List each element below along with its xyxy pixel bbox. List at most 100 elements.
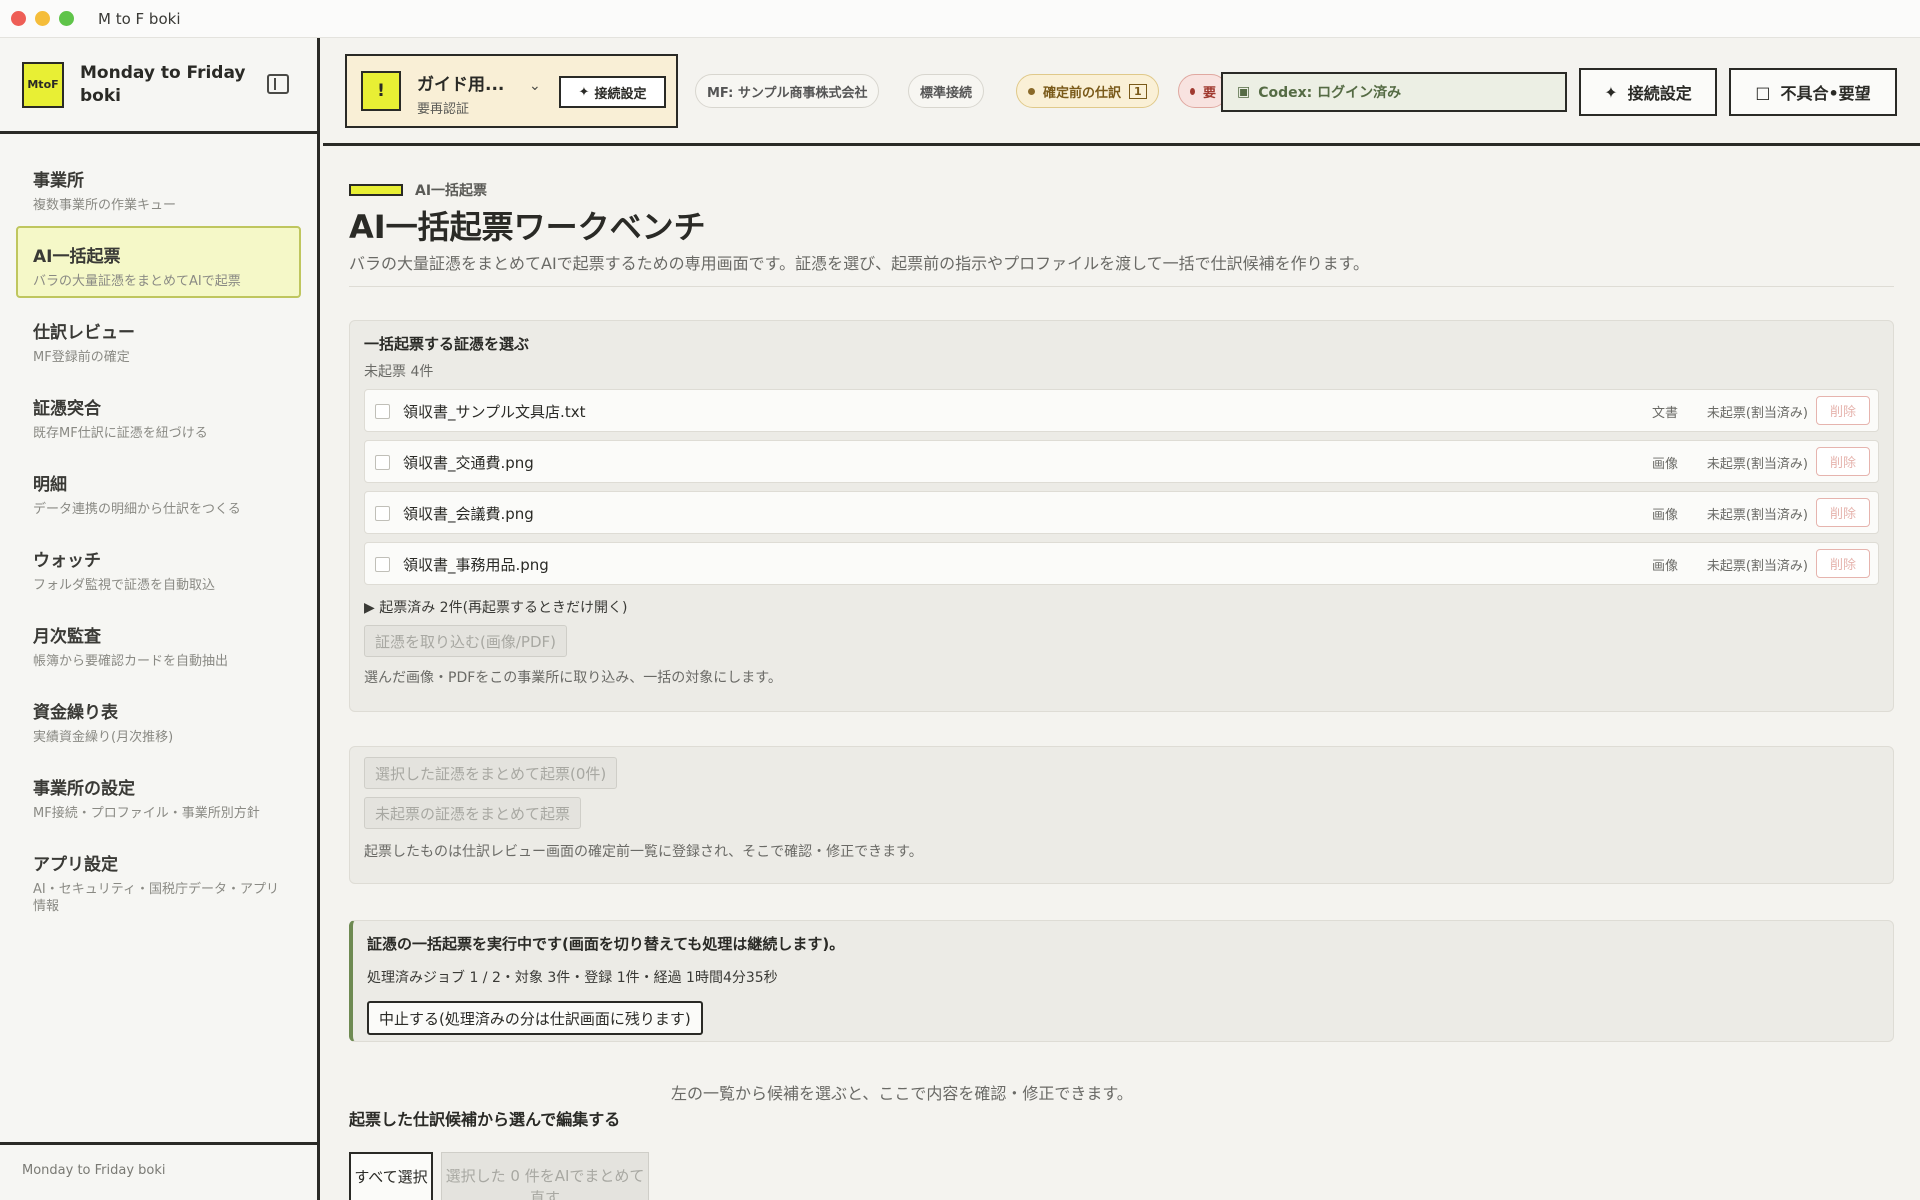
file-status: 未起票(割当済み) — [1706, 406, 1808, 421]
guide-connection-card[interactable]: ! ガイド用... 要再認証 ⌄ ✦ 接続設定 — [345, 54, 678, 128]
sidebar-item-label: 事業所 — [33, 171, 84, 191]
sidebar-item-journal-review[interactable]: 仕訳レビュー MF登録前の確定 — [16, 302, 301, 374]
plug-icon: ✦ — [578, 84, 590, 100]
window-controls — [11, 11, 74, 26]
shield-icon: ! — [361, 71, 401, 111]
page-title: AI一括起票ワークベンチ — [349, 208, 706, 246]
sidebar-item-cashflow[interactable]: 資金繰り表 実績資金繰り(月次推移) — [16, 682, 301, 754]
delete-button[interactable]: 削除 — [1816, 447, 1870, 476]
window-titlebar: M to F boki — [0, 0, 1920, 38]
pending-journal-count: 1 — [1129, 83, 1147, 99]
company-pill: MF: サンプル商事株式会社 — [695, 74, 880, 108]
delete-button[interactable]: 削除 — [1816, 549, 1870, 578]
sidebar-item-sub: フォルダ監視で証憑を自動取込 — [33, 578, 216, 593]
chip-icon: ▣ — [1237, 84, 1251, 100]
file-name: 領収書_サンプル文具店.txt — [403, 403, 586, 421]
feedback-button[interactable]: □ 不具合•要望 — [1729, 68, 1897, 116]
processed-toggle[interactable]: ▶ 起票済み 2件(再起票するときだけ開く) — [364, 597, 628, 617]
stop-button[interactable]: 中止する(処理済みの分は仕訳画面に残ります) — [367, 1001, 703, 1035]
sidebar-item-statements[interactable]: 明細 データ連携の明細から仕訳をつくる — [16, 454, 301, 526]
app-name: Monday to Friday boki — [80, 62, 246, 106]
delete-button[interactable]: 削除 — [1816, 396, 1870, 425]
sidebar-item-label: 月次監査 — [33, 627, 101, 647]
sidebar-item-sub: MF接続・プロファイル・事業所別方針 — [33, 806, 260, 821]
sidebar-item-sub: バラの大量証憑をまとめてAIで起票 — [33, 274, 241, 289]
sidebar-item-label: 資金繰り表 — [33, 703, 118, 723]
connection-settings-label: 接続設定 — [1627, 84, 1692, 103]
sidebar-item-ai-batch[interactable]: AI一括起票 バラの大量証憑をまとめてAIで起票 — [16, 226, 301, 298]
file-name: 領収書_事務用品.png — [403, 556, 549, 574]
standard-connection-pill: 標準接続 — [908, 74, 985, 108]
accent-bar — [349, 184, 403, 196]
batch-progress-panel: 証憑の一括起票を実行中です(画面を切り替えても処理は継続します)。 処理済みジョ… — [349, 920, 1894, 1042]
unprocessed-count: 未起票 4件 — [364, 364, 434, 380]
message-icon: □ — [1755, 82, 1771, 102]
voucher-select-heading: 一括起票する証憑を選ぶ — [364, 335, 530, 353]
batch-action-panel: 選択した証憑をまとめて起票(0件) 未起票の証憑をまとめて起票 起票したものは仕… — [349, 746, 1894, 884]
select-all-button[interactable]: すべて選択 — [349, 1152, 433, 1200]
list-item[interactable]: 領収書_事務用品.png 画像 未起票(割当済み) 削除 — [364, 542, 1879, 585]
sidebar-item-label: 仕訳レビュー — [33, 323, 135, 343]
sidebar-item-voucher-match[interactable]: 証憑突合 既存MF仕訳に証憑を紐づける — [16, 378, 301, 450]
file-type: 画像 — [1651, 508, 1678, 523]
sidebar-item-sub: 実績資金繰り(月次推移) — [33, 730, 174, 745]
list-item[interactable]: 領収書_会議費.png 画像 未起票(割当済み) 削除 — [364, 491, 1879, 534]
sidebar-item-label: 証憑突合 — [33, 399, 101, 419]
sidebar-item-sub: 帳簿から要確認カードを自動抽出 — [33, 654, 229, 669]
status-dot-icon — [1028, 87, 1035, 95]
file-name: 領収書_会議費.png — [403, 505, 534, 523]
guide-connect-button[interactable]: ✦ 接続設定 — [559, 76, 666, 108]
sidebar-item-label: アプリ設定 — [33, 855, 118, 875]
file-checkbox[interactable] — [375, 455, 390, 470]
delete-button[interactable]: 削除 — [1816, 498, 1870, 527]
file-type: 画像 — [1651, 559, 1678, 574]
sidebar-item-sub: データ連携の明細から仕訳をつくる — [33, 502, 241, 517]
sidebar: MtoF Monday to Friday boki 事業所 複数事業所の作業キ… — [0, 38, 320, 1200]
minimize-window-button[interactable] — [35, 11, 50, 26]
guide-status: 要再認証 — [417, 102, 470, 117]
chevron-down-icon[interactable]: ⌄ — [529, 78, 541, 94]
import-vouchers-button[interactable]: 証憑を取り込む(画像/PDF) — [364, 625, 567, 657]
sidebar-item-label: ウォッチ — [33, 551, 101, 571]
sidebar-item-sub: 複数事業所の作業キュー — [33, 198, 177, 213]
pending-journal-pill[interactable]: 確定前の仕訳 1 — [1016, 74, 1159, 108]
pending-journal-label: 確定前の仕訳 — [1043, 85, 1122, 101]
sidebar-footer: Monday to Friday boki — [0, 1142, 317, 1200]
progress-detail: 処理済みジョブ 1 / 2・対象 3件・登録 1件・経過 1時間4分35秒 — [367, 970, 778, 986]
batch-unprocessed-button[interactable]: 未起票の証憑をまとめて起票 — [364, 797, 582, 829]
edit-heading: 起票した仕訳候補から選んで編集する — [349, 1110, 621, 1129]
plug-icon: ✦ — [1604, 82, 1618, 102]
sidebar-item-offices[interactable]: 事業所 複数事業所の作業キュー — [16, 150, 301, 222]
connection-settings-button[interactable]: ✦ 接続設定 — [1579, 68, 1717, 116]
zoom-window-button[interactable] — [59, 11, 74, 26]
file-name: 領収書_交通費.png — [403, 454, 534, 472]
list-item[interactable]: 領収書_サンプル文具店.txt 文書 未起票(割当済み) 削除 — [364, 389, 1879, 432]
sidebar-item-app-settings[interactable]: アプリ設定 AI・セキュリティ・国税庁データ・アプリ情報 — [16, 834, 301, 914]
sidebar-item-label: 事業所の設定 — [33, 779, 135, 799]
main-content: AI一括起票 AI一括起票ワークベンチ バラの大量証憑をまとめてAIで起票するた… — [323, 146, 1920, 1200]
status-dot-icon — [1190, 87, 1195, 95]
batch-redo-button[interactable]: 選択した 0 件をAIでまとめて直す — [441, 1152, 649, 1200]
sidebar-item-office-settings[interactable]: 事業所の設定 MF接続・プロファイル・事業所別方針 — [16, 758, 301, 830]
file-checkbox[interactable] — [375, 506, 390, 521]
guide-connect-label: 接続設定 — [594, 86, 647, 102]
file-checkbox[interactable] — [375, 557, 390, 572]
file-checkbox[interactable] — [375, 404, 390, 419]
sidebar-item-sub: AI・セキュリティ・国税庁データ・アプリ情報 — [33, 882, 279, 914]
file-type: 画像 — [1651, 457, 1678, 472]
sidebar-item-label: 明細 — [33, 475, 67, 495]
sidebar-item-monthly-audit[interactable]: 月次監査 帳簿から要確認カードを自動抽出 — [16, 606, 301, 678]
divider — [349, 286, 1894, 287]
page-description: バラの大量証憑をまとめてAIで起票するための専用画面です。証憑を選び、起票前の指… — [349, 254, 1369, 273]
codex-status[interactable]: ▣ Codex: ログイン済み — [1221, 72, 1567, 112]
window-title: M to F boki — [98, 9, 181, 28]
list-item[interactable]: 領収書_交通費.png 画像 未起票(割当済み) 削除 — [364, 440, 1879, 483]
sidebar-collapse-icon[interactable] — [267, 74, 289, 94]
sidebar-item-watch[interactable]: ウォッチ フォルダ監視で証憑を自動取込 — [16, 530, 301, 602]
batch-hint: 起票したものは仕訳レビュー画面の確定前一覧に登録され、そこで確認・修正できます。 — [364, 844, 923, 860]
codex-status-label: Codex: ログイン済み — [1258, 85, 1402, 101]
batch-selected-button[interactable]: 選択した証憑をまとめて起票(0件) — [364, 757, 618, 789]
page-eyebrow: AI一括起票 — [349, 180, 487, 200]
file-status: 未起票(割当済み) — [1706, 457, 1808, 472]
close-window-button[interactable] — [11, 11, 26, 26]
